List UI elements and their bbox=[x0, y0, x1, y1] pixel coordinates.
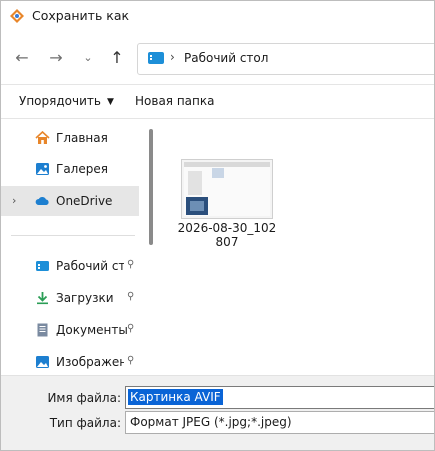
sidebar-item-label: Главная bbox=[56, 131, 108, 145]
preview-titlebar bbox=[184, 162, 270, 167]
sidebar-item-label: OneDrive bbox=[56, 194, 113, 208]
pin-icon: ⚲ bbox=[127, 259, 135, 270]
pictures-icon bbox=[36, 356, 49, 368]
sidebar-item-desktop[interactable]: Рабочий стол ⚲ bbox=[1, 251, 139, 281]
pin-icon: ⚲ bbox=[127, 355, 135, 366]
file-thumbnail[interactable] bbox=[181, 159, 273, 219]
filename-label: Имя файла: bbox=[47, 391, 121, 405]
sidebar-item-documents[interactable]: Документы ⚲ bbox=[1, 315, 139, 345]
sidebar-item-label: Изображения bbox=[56, 355, 124, 369]
filename-input[interactable]: Картинка AVIF bbox=[125, 386, 434, 409]
desktop-icon bbox=[36, 261, 49, 271]
sidebar-item-home[interactable]: Главная bbox=[1, 123, 139, 153]
filename-selected-text: Картинка AVIF bbox=[128, 389, 223, 405]
save-as-dialog: Сохранить как ← → ⌄ ↑ › Рабочий стол Упо… bbox=[0, 0, 435, 451]
title-bar: Сохранить как bbox=[1, 1, 434, 31]
pin-icon: ⚲ bbox=[127, 291, 135, 302]
sidebar-item-downloads[interactable]: Загрузки ⚲ bbox=[1, 283, 139, 313]
save-form: Имя файла: Картинка AVIF Тип файла: Форм… bbox=[1, 375, 434, 450]
sidebar-item-gallery[interactable]: Галерея bbox=[1, 154, 139, 184]
sidebar-item-label: Рабочий стол bbox=[56, 259, 124, 273]
expand-chevron-icon[interactable]: › bbox=[12, 194, 16, 207]
preview-window bbox=[212, 168, 224, 178]
sidebar-scrollbar[interactable] bbox=[149, 129, 153, 245]
organize-button[interactable]: Упорядочить ▼ bbox=[19, 94, 114, 108]
thumbnail-preview bbox=[184, 162, 270, 216]
sidebar-item-label: Документы bbox=[56, 323, 128, 337]
navigation-pane: Главная Галерея › OneDrive Рабочий с ⚲ З… bbox=[1, 119, 153, 377]
breadcrumb-separator[interactable]: › bbox=[170, 50, 175, 64]
desktop-folder-icon bbox=[148, 52, 164, 64]
home-icon bbox=[35, 131, 50, 144]
back-arrow-icon[interactable]: ← bbox=[11, 47, 33, 69]
sidebar-item-onedrive[interactable]: › OneDrive bbox=[1, 186, 139, 216]
pin-icon: ⚲ bbox=[127, 323, 135, 334]
download-icon bbox=[37, 292, 48, 305]
filetype-select[interactable]: Формат JPEG (*.jpg;*.jpeg) bbox=[125, 411, 434, 434]
app-icon bbox=[10, 9, 24, 23]
file-list: 2026-08-30_102807 bbox=[161, 119, 434, 375]
command-bar: Упорядочить ▼ Новая папка bbox=[1, 85, 434, 117]
cloud-icon bbox=[35, 196, 49, 205]
sidebar-divider bbox=[11, 235, 135, 236]
gallery-icon bbox=[36, 163, 49, 175]
forward-arrow-icon[interactable]: → bbox=[45, 47, 67, 69]
sidebar-item-label: Загрузки bbox=[56, 291, 114, 305]
document-icon bbox=[37, 323, 48, 337]
new-folder-button[interactable]: Новая папка bbox=[135, 94, 214, 108]
file-name-label[interactable]: 2026-08-30_102807 bbox=[175, 221, 279, 249]
preview-image-detail bbox=[190, 201, 204, 211]
organize-label: Упорядочить bbox=[19, 94, 101, 108]
window-title: Сохранить как bbox=[32, 8, 130, 23]
recent-locations-chevron-icon[interactable]: ⌄ bbox=[77, 47, 99, 69]
filetype-label: Тип файла: bbox=[49, 416, 121, 430]
navigation-bar: ← → ⌄ ↑ › Рабочий стол bbox=[1, 39, 434, 77]
preview-panel bbox=[188, 171, 202, 195]
address-bar[interactable]: › Рабочий стол bbox=[137, 43, 434, 75]
sidebar-item-label: Галерея bbox=[56, 162, 108, 176]
caret-down-icon: ▼ bbox=[106, 97, 114, 107]
sidebar-item-pictures[interactable]: Изображения ⚲ bbox=[1, 347, 139, 377]
filetype-value: Формат JPEG (*.jpg;*.jpeg) bbox=[130, 415, 292, 429]
up-arrow-icon[interactable]: ↑ bbox=[106, 47, 128, 69]
breadcrumb-desktop[interactable]: Рабочий стол bbox=[184, 51, 268, 65]
